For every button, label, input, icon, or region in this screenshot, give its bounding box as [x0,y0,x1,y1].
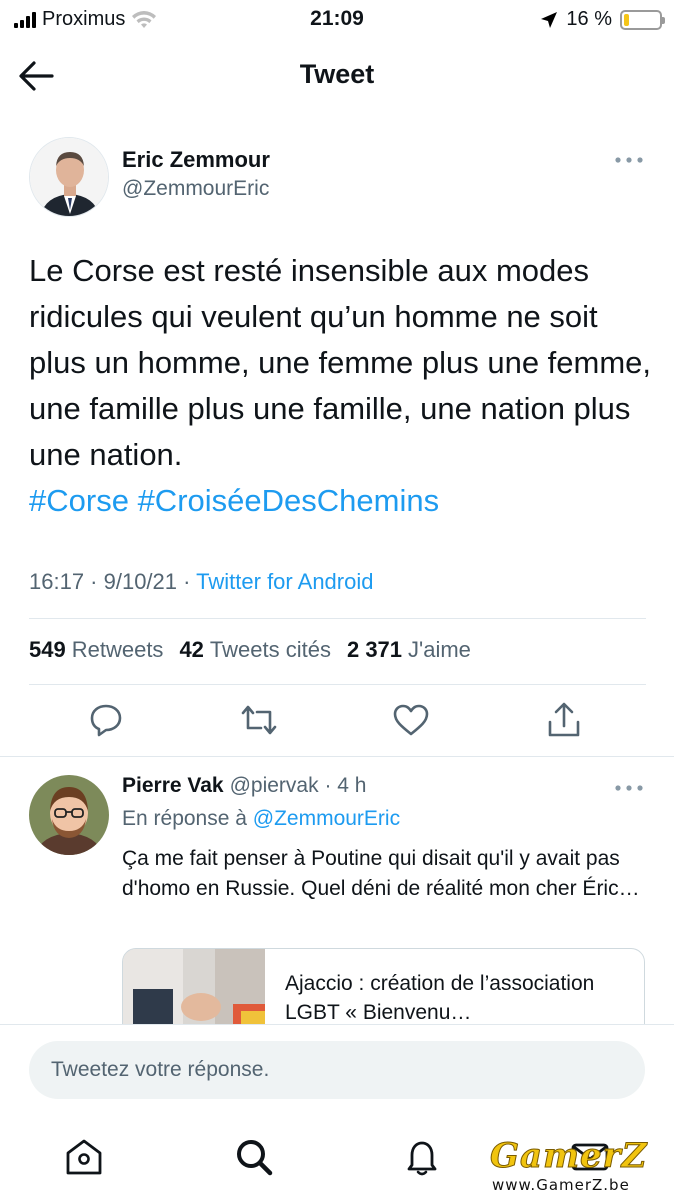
divider [0,756,674,757]
quotes-count: 42 [179,637,204,662]
status-right: 16 % [540,8,665,31]
hashtag-link[interactable]: #Corse [29,483,129,518]
divider [29,684,646,685]
author-avatar[interactable] [29,137,109,217]
tweet-source-link[interactable]: Twitter for Android [196,569,373,594]
reply-header: Pierre Vak @piervak · 4 h [122,774,366,798]
page-title: Tweet [299,59,375,89]
avatar-portrait [29,775,109,855]
author-name[interactable]: Eric Zemmour [122,147,270,173]
link-card-title: Ajaccio : création de l’association LGBT… [285,972,595,1024]
watermark: GamerZ www.GamerZ.be [484,1136,664,1196]
tweet-hashtags: #Corse #CroiséeDesChemins [29,478,439,524]
reply-icon[interactable] [86,700,126,740]
reply-author-name[interactable]: Pierre Vak [122,774,224,797]
author-handle[interactable]: @ZemmourEric [122,177,269,201]
divider [29,618,646,619]
share-icon[interactable] [544,700,584,740]
battery-icon [620,9,665,30]
reply-text: Ça me fait penser à Poutine qui disait q… [122,847,640,900]
more-options-icon[interactable] [612,778,646,798]
tweet-timestamp: 16:17 · 9/10/21 · [29,569,197,594]
reply-composer-input[interactable]: Tweetez votre réponse. [29,1041,645,1099]
status-bar: Proximus 21:09 16 % [0,0,674,40]
home-icon[interactable] [62,1135,106,1179]
reply-to-mention[interactable]: @ZemmourEric [253,807,400,830]
retweet-icon[interactable] [239,700,279,740]
tweet-text: Le Corse est resté insensible aux modes … [29,253,652,472]
watermark-url: www.GamerZ.be [492,1176,630,1194]
likes-stat[interactable]: 2 371 J'aime [347,637,471,663]
likes-count: 2 371 [346,637,403,662]
reply-to-line: En réponse à @ZemmourEric [122,807,400,831]
quotes-stat[interactable]: 42 Tweets cités [179,637,331,663]
avatar-portrait [30,138,108,216]
like-icon[interactable] [391,700,431,740]
search-icon[interactable] [232,1135,276,1179]
hashtag-link[interactable]: #CroiséeDesChemins [138,483,440,518]
tweet-stats: 549 Retweets 42 Tweets cités 2 371 J'aime [29,637,471,663]
retweets-stat[interactable]: 549 Retweets [29,637,163,663]
notifications-icon[interactable] [400,1135,444,1179]
retweets-count: 549 [29,637,66,662]
likes-label: J'aime [408,637,471,662]
quotes-label: Tweets cités [209,637,331,662]
reply-to-label: En réponse à [122,807,253,830]
watermark-logo: GamerZ [489,1136,648,1177]
location-arrow-icon [541,11,558,28]
retweets-label: Retweets [71,637,164,662]
reply-author-avatar[interactable] [29,775,109,855]
tweet-header: Tweet [0,40,674,112]
tweet-actions [0,700,674,742]
battery-percent: 16 % [566,8,612,30]
reply-author-handle[interactable]: @piervak · 4 h [230,774,367,797]
tweet-meta: 16:17 · 9/10/21 · Twitter for Android [29,569,373,595]
more-options-icon[interactable] [612,150,646,170]
battery-fill [624,13,629,26]
